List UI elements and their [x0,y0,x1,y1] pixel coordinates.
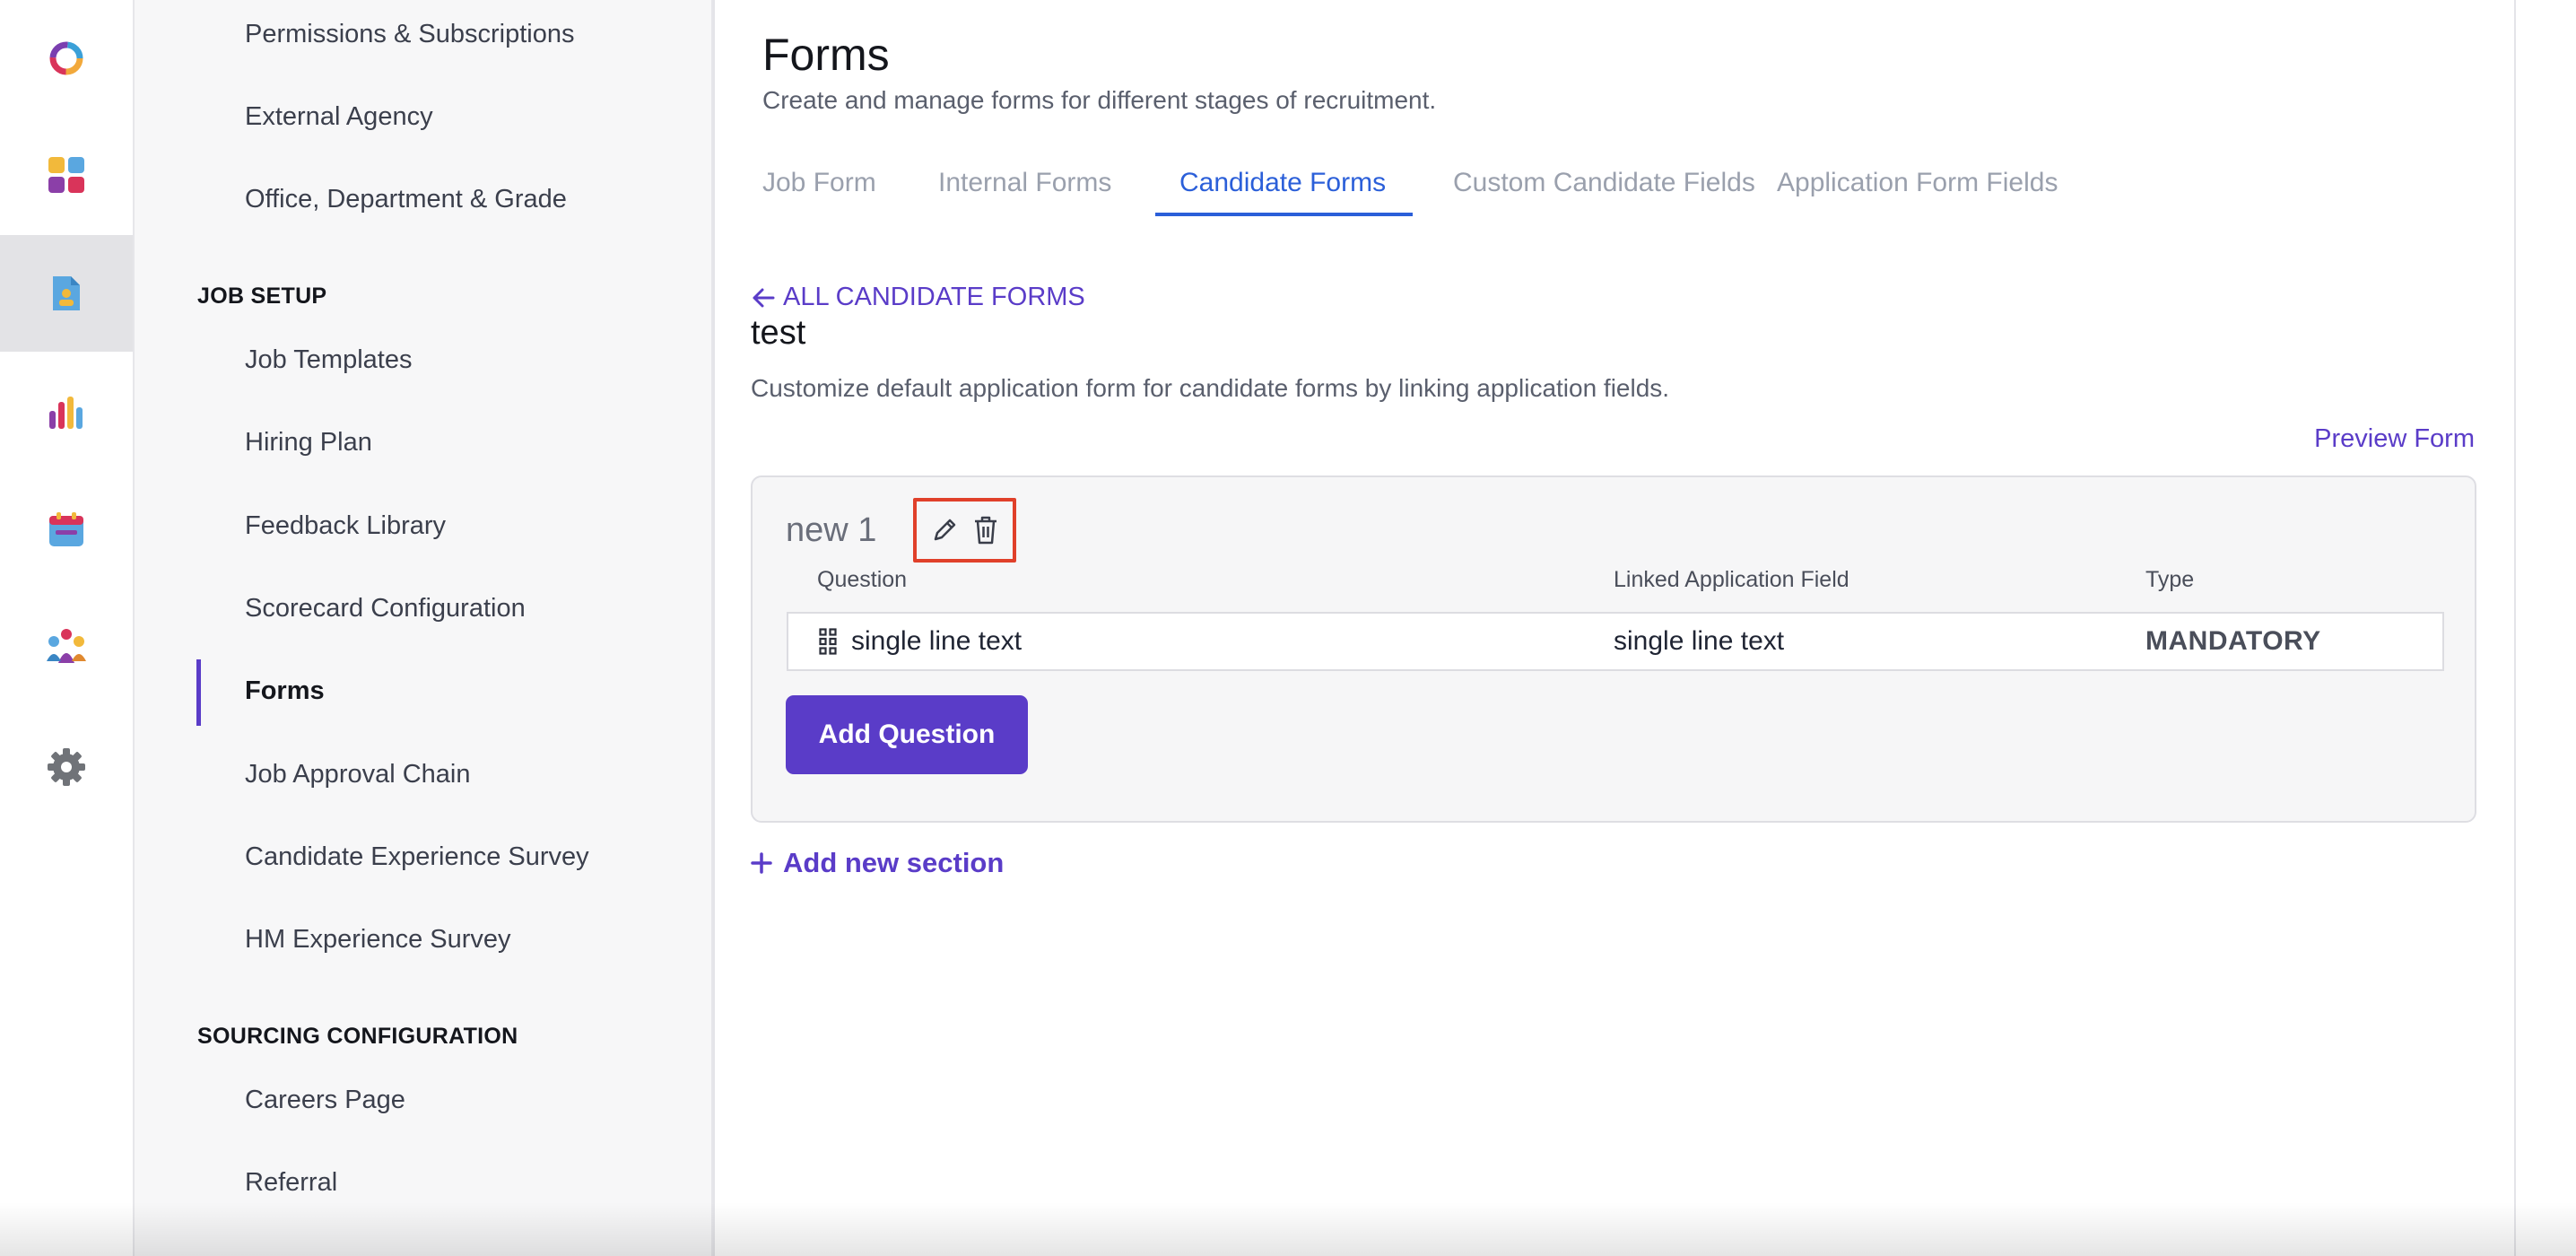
question-type-badge: MANDATORY [2145,626,2321,656]
sidenav-header-sourcing: SOURCING CONFIGURATION [197,1024,518,1049]
brand-logo[interactable] [0,0,133,117]
column-header-question: Question [817,567,908,592]
sidenav-item-job-templates[interactable]: Job Templates [245,345,412,375]
sidenav-active-indicator [196,659,201,726]
sidenav-item-external-agency[interactable]: External Agency [245,102,433,132]
rail-item-analytics[interactable] [0,354,133,471]
page-subtitle: Create and manage forms for different st… [762,86,1437,114]
app-rail [0,0,135,1256]
main-panel: Forms Create and manage forms for differ… [713,0,2516,1256]
form-description: Customize default application form for c… [751,374,1670,402]
sidenav-item-scorecard-configuration[interactable]: Scorecard Configuration [245,594,526,624]
add-question-button[interactable]: Add Question [786,695,1028,774]
question-row[interactable]: single line text single line text MANDAT… [787,612,2444,671]
column-header-linked-field: Linked Application Field [1614,567,1849,592]
arrow-left-icon [753,288,775,307]
sidenav-item-hiring-plan[interactable]: Hiring Plan [245,428,372,458]
sidenav-header-job-setup: JOB SETUP [197,283,327,309]
tab-active-underline [1155,213,1413,216]
sidenav-item-candidate-experience-survey[interactable]: Candidate Experience Survey [245,842,589,872]
settings-sidenav: Permissions & Subscriptions External Age… [135,0,713,1256]
people-icon [47,629,86,663]
add-new-section-link[interactable]: Add new section [751,847,1004,879]
edit-section-button[interactable] [928,514,961,546]
sidenav-item-feedback-library[interactable]: Feedback Library [245,511,446,541]
question-text: single line text [851,626,1023,656]
brand-logo-icon [49,41,83,75]
tab-application-form-fields[interactable]: Application Form Fields [1777,168,2058,198]
rail-item-jobs[interactable] [0,235,133,352]
page-title: Forms [762,30,890,80]
tab-custom-candidate-fields[interactable]: Custom Candidate Fields [1453,168,1755,198]
sidenav-item-permissions[interactable]: Permissions & Subscriptions [245,20,574,49]
tab-internal-forms[interactable]: Internal Forms [938,168,1111,198]
form-name: test [751,314,806,352]
add-new-section-label: Add new section [783,847,1005,878]
forms-tabs: Job Form Internal Forms Candidate Forms … [762,157,2467,220]
sidenav-item-careers-page[interactable]: Careers Page [245,1086,405,1115]
linked-field-text: single line text [1614,626,1785,656]
tab-job-form[interactable]: Job Form [762,168,876,198]
sidenav-item-job-approval-chain[interactable]: Job Approval Chain [245,760,471,789]
rail-item-dashboard[interactable] [0,117,133,233]
sidenav-item-office-department-grade[interactable]: Office, Department & Grade [245,185,567,214]
delete-section-button[interactable] [970,514,1002,546]
analytics-icon [49,397,83,429]
plus-icon [751,852,772,874]
calendar-icon [49,512,83,546]
rail-item-calendar[interactable] [0,471,133,588]
column-header-type: Type [2145,567,2195,592]
back-to-all-candidate-forms-link[interactable]: ALL CANDIDATE FORMS [751,283,1085,312]
dashboard-icon [48,157,84,193]
section-title: new 1 [786,511,877,549]
preview-form-link[interactable]: Preview Form [2314,424,2475,454]
form-section-card: new 1 Question Linked Application Field … [751,475,2476,823]
tab-candidate-forms[interactable]: Candidate Forms [1179,168,1386,198]
job-document-icon [53,276,80,310]
rail-item-people[interactable] [0,588,133,704]
trash-icon [974,516,996,545]
sidenav-item-referral[interactable]: Referral [245,1168,337,1198]
back-link-label: ALL CANDIDATE FORMS [783,283,1085,311]
sidenav-item-forms[interactable]: Forms [245,676,325,706]
sidenav-item-hm-experience-survey[interactable]: HM Experience Survey [245,925,511,955]
pencil-icon [934,519,955,541]
rail-item-settings[interactable] [0,709,133,825]
section-actions-highlight [913,498,1016,563]
gear-icon [48,748,85,786]
drag-handle-icon[interactable] [819,628,837,655]
